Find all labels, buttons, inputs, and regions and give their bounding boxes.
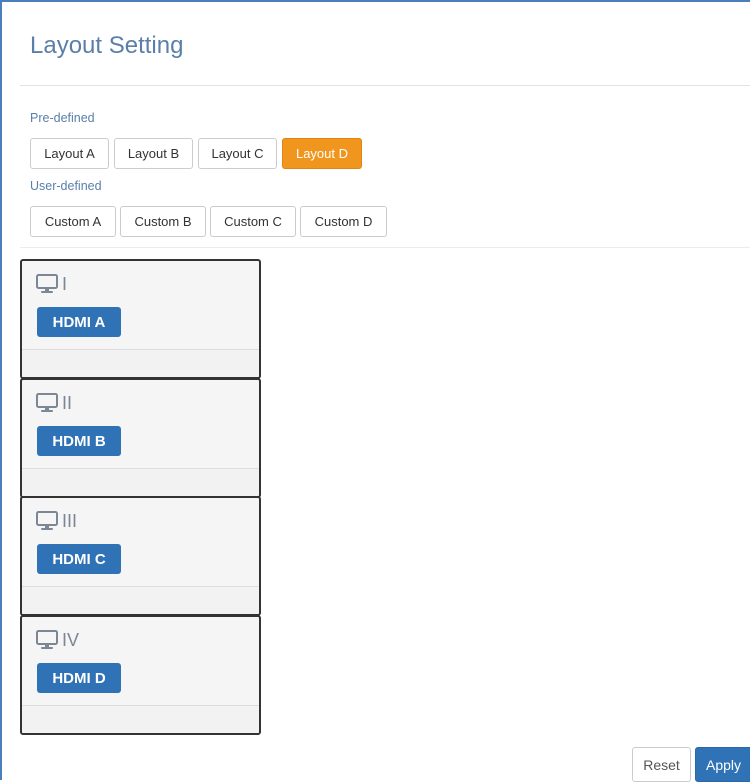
apply-button[interactable]: Apply <box>695 747 750 782</box>
layout-d-button[interactable]: Layout D <box>282 138 362 169</box>
window-footer <box>22 349 259 377</box>
window-header: III <box>36 511 77 531</box>
window-3[interactable]: III HDMI C <box>20 496 261 616</box>
window-number: III <box>62 511 78 531</box>
window-1[interactable]: I HDMI A <box>20 259 261 379</box>
window-2[interactable]: II HDMI B <box>20 378 261 498</box>
monitor-icon <box>36 511 58 530</box>
window-number: II <box>62 393 73 413</box>
window-footer <box>22 586 259 614</box>
layout-c-button[interactable]: Layout C <box>198 138 277 169</box>
monitor-icon <box>36 630 58 649</box>
window-number: IV <box>62 630 80 650</box>
window-footer <box>22 468 259 496</box>
userdefined-label: User-defined <box>30 179 102 193</box>
page-title: Layout Setting <box>30 32 184 59</box>
title-divider <box>20 85 750 86</box>
window-number: I <box>62 274 68 294</box>
custom-a-button[interactable]: Custom A <box>30 206 116 237</box>
layout-a-button[interactable]: Layout A <box>30 138 109 169</box>
predefined-label: Pre-defined <box>30 111 95 125</box>
window-footer <box>22 705 259 733</box>
section-divider <box>20 247 750 248</box>
source-badge[interactable]: HDMI A <box>37 307 121 337</box>
reset-button[interactable]: Reset <box>632 747 691 782</box>
layout-setting-panel: Layout Setting Pre-defined Layout A Layo… <box>0 0 750 782</box>
layout-b-button[interactable]: Layout B <box>114 138 193 169</box>
source-badge[interactable]: HDMI C <box>37 544 121 574</box>
window-header: I <box>36 274 67 294</box>
window-header: IV <box>36 630 79 650</box>
source-badge[interactable]: HDMI B <box>37 426 121 456</box>
monitor-icon <box>36 274 58 293</box>
monitor-icon <box>36 393 58 412</box>
custom-b-button[interactable]: Custom B <box>120 206 206 237</box>
window-header: II <box>36 393 72 413</box>
window-4[interactable]: IV HDMI D <box>20 615 261 735</box>
custom-c-button[interactable]: Custom C <box>210 206 296 237</box>
custom-d-button[interactable]: Custom D <box>300 206 387 237</box>
source-badge[interactable]: HDMI D <box>37 663 121 693</box>
